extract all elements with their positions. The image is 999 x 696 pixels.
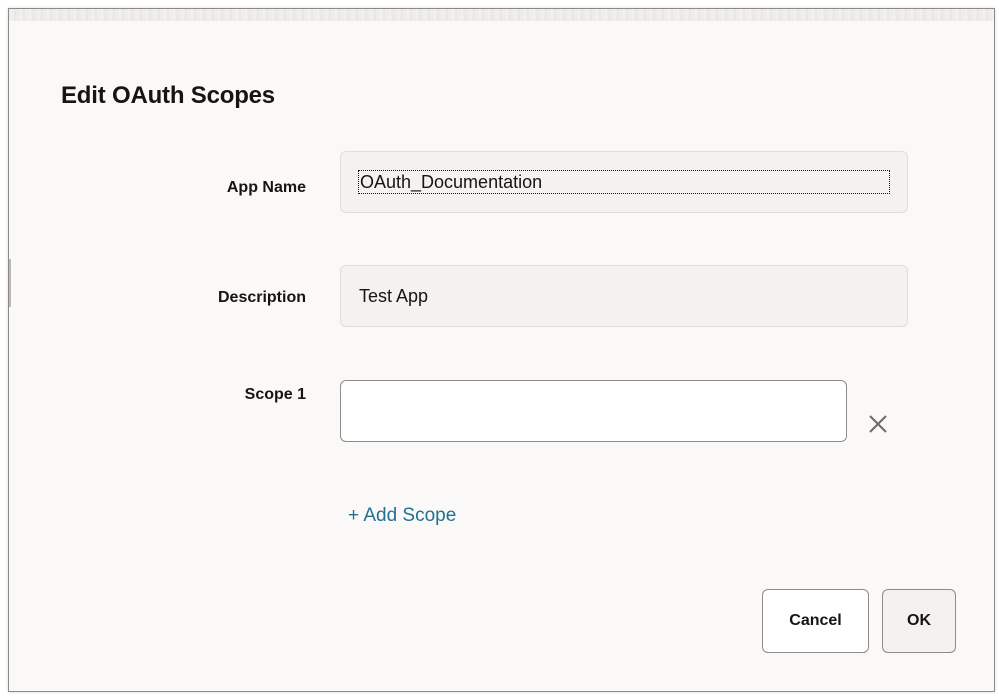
- remove-scope-button[interactable]: [865, 411, 891, 437]
- description-field[interactable]: Test App: [340, 265, 908, 327]
- scope-1-input[interactable]: [341, 381, 846, 441]
- cancel-button[interactable]: Cancel: [762, 589, 869, 653]
- description-label: Description: [217, 289, 306, 306]
- app-name-value: OAuth_Documentation: [358, 170, 890, 194]
- scope-1-field[interactable]: [340, 380, 847, 442]
- app-name-field[interactable]: OAuth_Documentation: [340, 151, 908, 213]
- app-name-label: App Name: [226, 179, 306, 196]
- edit-oauth-scopes-dialog: Edit OAuth Scopes App Name OAuth_Documen…: [8, 8, 995, 692]
- add-scope-link[interactable]: + Add Scope: [348, 505, 456, 527]
- window-edge-marker: [9, 259, 11, 307]
- close-icon: [869, 415, 887, 433]
- dialog-title: Edit OAuth Scopes: [61, 82, 275, 109]
- description-value: Test App: [359, 285, 429, 306]
- scope-1-label: Scope 1: [244, 386, 306, 403]
- dialog-header-strip: [9, 9, 994, 21]
- ok-button[interactable]: OK: [882, 589, 956, 653]
